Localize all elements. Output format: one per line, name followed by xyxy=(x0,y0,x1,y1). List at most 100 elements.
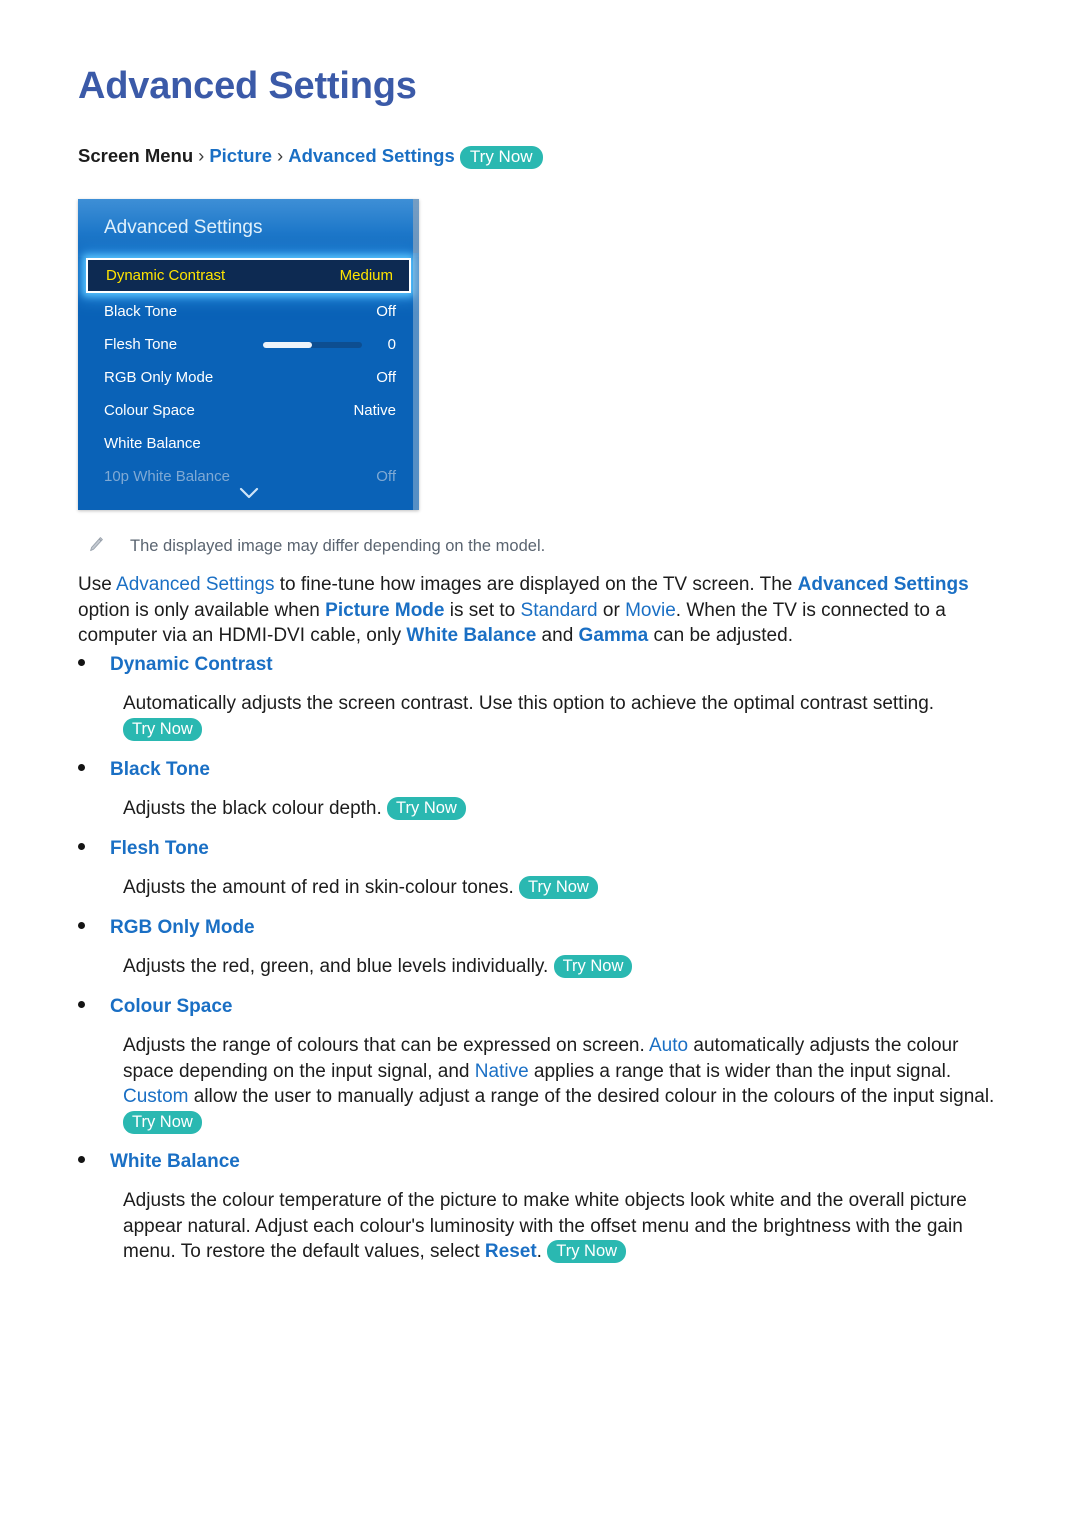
section-body-text: Adjusts the amount of red in skin-colour… xyxy=(123,877,520,898)
section-heading: Flesh Tone xyxy=(78,836,1008,862)
section-heading-label: Flesh Tone xyxy=(110,838,209,859)
try-now-badge-rgb-only-mode[interactable]: Try Now xyxy=(553,955,633,978)
tv-menu-scrollbar-thumb[interactable] xyxy=(413,199,419,253)
try-now-badge-breadcrumb[interactable]: Try Now xyxy=(459,146,543,169)
section-body-text-2: . xyxy=(536,1241,548,1262)
section-body-text-3: applies a range that is wider than the i… xyxy=(528,1060,952,1082)
intro-text-1: Use xyxy=(78,574,117,595)
tv-menu-row-label: Colour Space xyxy=(104,401,195,419)
intro-link-advanced-settings-2[interactable]: Advanced Settings xyxy=(798,574,969,595)
intro-text-4: is set to xyxy=(444,599,521,621)
tv-menu-row-value: Off xyxy=(376,368,396,386)
section-heading: Black Tone xyxy=(78,757,1008,783)
section-body-text-1: Adjusts the range of colours that can be… xyxy=(123,1035,649,1056)
section-body: Adjusts the black colour depth. Try Now xyxy=(123,796,1008,822)
tv-menu-row-colour-space[interactable]: Colour Space Native xyxy=(78,394,419,427)
tv-menu-row-value: Off xyxy=(376,302,396,320)
tv-menu-row-value: 0 xyxy=(387,335,396,353)
section-heading-label: Dynamic Contrast xyxy=(110,654,273,675)
section-body: Automatically adjusts the screen contras… xyxy=(123,691,1008,742)
intro-paragraph: Use Advanced Settings to fine-tune how i… xyxy=(78,572,998,649)
bullet-icon xyxy=(78,764,85,771)
tv-menu-row-label: White Balance xyxy=(104,434,201,452)
breadcrumb-item-picture[interactable]: Picture xyxy=(209,145,272,166)
tv-menu-row-value: Off xyxy=(376,467,396,485)
tv-menu-row-white-balance[interactable]: White Balance xyxy=(78,427,419,460)
section-dynamic-contrast: Dynamic Contrast Automatically adjusts t… xyxy=(78,652,1008,742)
section-body: Adjusts the range of colours that can be… xyxy=(123,1033,1008,1135)
bullet-icon xyxy=(78,843,85,850)
page-title: Advanced Settings xyxy=(78,65,417,107)
section-body: Adjusts the amount of red in skin-colour… xyxy=(123,875,1008,901)
model-note-text: The displayed image may differ depending… xyxy=(130,537,546,555)
try-now-badge-colour-space[interactable]: Try Now xyxy=(123,1110,202,1134)
tv-menu-list: Dynamic Contrast Medium Black Tone Off F… xyxy=(78,258,419,510)
tv-menu-scrollbar[interactable] xyxy=(413,199,419,510)
model-note: The displayed image may differ depending… xyxy=(88,534,545,558)
tv-menu-row-label: Black Tone xyxy=(104,302,178,320)
intro-link-advanced-settings[interactable]: Advanced Settings xyxy=(116,574,274,595)
intro-link-gamma[interactable]: Gamma xyxy=(579,625,649,646)
link-native[interactable]: Native xyxy=(475,1061,529,1082)
section-black-tone: Black Tone Adjusts the black colour dept… xyxy=(78,757,1008,822)
section-body: Adjusts the red, green, and blue levels … xyxy=(123,954,1008,980)
tv-menu-panel: Advanced Settings Dynamic Contrast Mediu… xyxy=(78,199,419,510)
link-reset[interactable]: Reset xyxy=(485,1241,537,1262)
section-heading: Dynamic Contrast xyxy=(78,652,1008,678)
link-custom[interactable]: Custom xyxy=(123,1086,188,1107)
breadcrumb-item-advanced-settings[interactable]: Advanced Settings xyxy=(288,145,455,166)
intro-text-7: and xyxy=(536,625,579,646)
intro-link-white-balance[interactable]: White Balance xyxy=(406,625,536,646)
intro-link-movie[interactable]: Movie xyxy=(625,600,676,621)
tv-menu-row-flesh-tone[interactable]: Flesh Tone 0 xyxy=(78,328,419,361)
flesh-tone-slider[interactable] xyxy=(262,341,362,348)
tv-menu-row-black-tone[interactable]: Black Tone Off xyxy=(78,295,419,328)
section-heading: Colour Space xyxy=(78,994,1008,1020)
intro-link-picture-mode[interactable]: Picture Mode xyxy=(325,600,444,621)
tv-menu-header-title: Advanced Settings xyxy=(104,217,263,238)
tv-menu-row-label: RGB Only Mode xyxy=(104,368,214,386)
tv-menu-row-value: Native xyxy=(353,401,396,419)
breadcrumb: Screen Menu › Picture › Advanced Settings Tr… xyxy=(78,143,543,169)
tv-menu-row-label: Dynamic Contrast xyxy=(106,266,226,284)
tv-menu-row-rgb-only-mode[interactable]: RGB Only Mode Off xyxy=(78,361,419,394)
section-heading-label: RGB Only Mode xyxy=(110,917,255,938)
section-body-text: Adjusts the red, green, and blue levels … xyxy=(123,956,554,977)
section-flesh-tone: Flesh Tone Adjusts the amount of red in … xyxy=(78,836,1008,901)
section-rgb-only-mode: RGB Only Mode Adjusts the red, green, an… xyxy=(78,915,1008,980)
section-heading: White Balance xyxy=(78,1149,1008,1175)
tv-menu-row-label: 10p White Balance xyxy=(104,467,230,485)
section-heading: RGB Only Mode xyxy=(78,915,1008,941)
section-body: Adjusts the colour temperature of the pi… xyxy=(123,1188,1008,1265)
bullet-icon xyxy=(78,1001,85,1008)
section-heading-label: Black Tone xyxy=(110,759,210,780)
section-body-text-4: allow the user to manually adjust a rang… xyxy=(188,1086,995,1107)
try-now-badge-flesh-tone[interactable]: Try Now xyxy=(519,876,598,899)
chevron-down-icon[interactable] xyxy=(78,487,419,503)
section-colour-space: Colour Space Adjusts the range of colour… xyxy=(78,994,1008,1135)
tv-menu-row-dynamic-contrast[interactable]: Dynamic Contrast Medium xyxy=(86,258,411,293)
section-white-balance: White Balance Adjusts the colour tempera… xyxy=(78,1149,1008,1265)
breadcrumb-separator-icon: › xyxy=(277,145,284,166)
section-heading-label: White Balance xyxy=(110,1151,240,1172)
tv-menu-row-value: Medium xyxy=(339,266,393,284)
link-auto[interactable]: Auto xyxy=(649,1035,688,1056)
bullet-icon xyxy=(78,922,85,929)
try-now-badge-white-balance[interactable]: Try Now xyxy=(547,1240,627,1263)
section-heading-label: Colour Space xyxy=(110,996,233,1017)
intro-text-2: to fine-tune how images are displayed on… xyxy=(274,574,798,595)
section-body-text: Automatically adjusts the screen contras… xyxy=(123,693,935,714)
intro-link-standard[interactable]: Standard xyxy=(521,600,598,621)
tv-menu-header: Advanced Settings xyxy=(78,199,419,257)
document-page: Advanced Settings Screen Menu › Picture › Ad… xyxy=(0,0,1080,1527)
pencil-icon xyxy=(88,536,104,554)
intro-text-3: option is only available when xyxy=(78,599,326,621)
flesh-tone-slider-fill xyxy=(262,341,313,348)
section-body-text: Adjusts the black colour depth. xyxy=(123,798,388,819)
breadcrumb-separator-icon: › xyxy=(198,145,205,166)
try-now-badge-black-tone[interactable]: Try Now xyxy=(387,797,466,820)
try-now-badge-dynamic-contrast[interactable]: Try Now xyxy=(123,717,202,741)
tv-menu-row-label: Flesh Tone xyxy=(104,335,178,353)
bullet-icon xyxy=(78,659,85,666)
bullet-icon xyxy=(78,1156,85,1163)
